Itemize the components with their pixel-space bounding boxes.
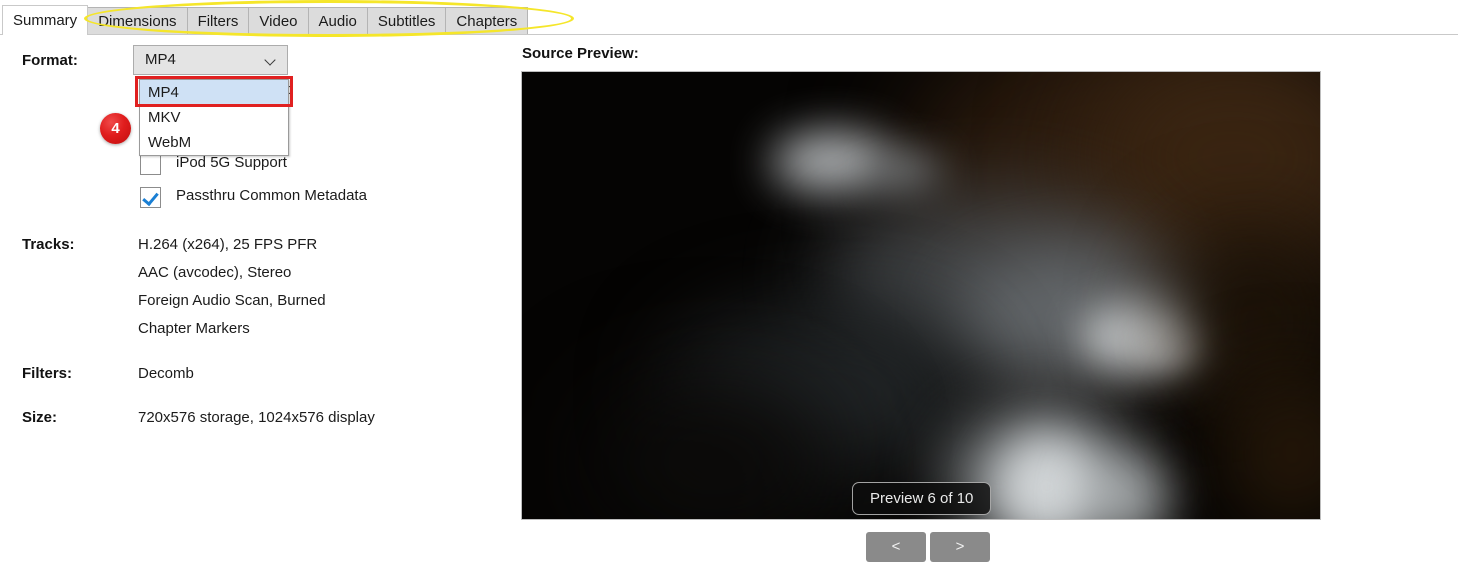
tab-summary-label: Summary xyxy=(13,12,78,29)
tab-subtitles-label: Subtitles xyxy=(377,13,436,30)
format-option-mkv-label: MKV xyxy=(148,109,181,126)
tab-chapters-label: Chapters xyxy=(456,13,518,30)
chevron-down-icon xyxy=(266,55,277,66)
tab-chapters[interactable]: Chapters xyxy=(445,7,529,35)
ipod-5g-support-checkbox[interactable] xyxy=(140,154,161,175)
format-option-mp4[interactable]: MP4 xyxy=(140,80,288,105)
tab-strip: Summary Dimensions Filters Video Audio S… xyxy=(0,0,1458,36)
ipod-5g-support-label: iPod 5G Support xyxy=(176,154,287,171)
size-label: Size: xyxy=(22,409,58,426)
passthru-common-metadata-label: Passthru Common Metadata xyxy=(176,187,367,204)
summary-settings-panel: Format: MP4 d MP4 MKV WebM 4 iPod 5G Sup… xyxy=(0,35,500,574)
tab-audio-label: Audio xyxy=(318,13,357,30)
next-preview-button[interactable]: > xyxy=(930,532,990,562)
tab-dimensions[interactable]: Dimensions xyxy=(87,7,188,35)
format-select-options[interactable]: MP4 MKV WebM xyxy=(139,79,289,156)
source-preview-image: Preview 6 of 10 xyxy=(521,71,1321,520)
source-preview-panel: Source Preview: Preview 6 of 10 < > xyxy=(500,35,1458,574)
tab-video[interactable]: Video xyxy=(248,7,309,35)
preview-navigation: < > xyxy=(866,532,990,562)
size-value: 720x576 storage, 1024x576 display xyxy=(138,409,375,426)
tracks-label: Tracks: xyxy=(22,236,75,253)
tab-dimensions-label: Dimensions xyxy=(98,13,177,30)
format-select[interactable]: MP4 xyxy=(133,45,288,75)
passthru-common-metadata-checkbox[interactable] xyxy=(140,187,161,208)
step-number-badge: 4 xyxy=(100,113,131,144)
tracks-value-2: AAC (avcodec), Stereo xyxy=(138,264,292,281)
tab-list: Summary Dimensions Filters Video Audio S… xyxy=(2,0,529,36)
format-option-webm[interactable]: WebM xyxy=(140,130,288,155)
tab-filters-label: Filters xyxy=(197,13,239,30)
preview-counter-badge: Preview 6 of 10 xyxy=(852,482,992,515)
format-option-mp4-label: MP4 xyxy=(148,84,179,101)
format-option-webm-label: WebM xyxy=(148,134,192,151)
filters-label: Filters: xyxy=(22,365,73,382)
tracks-value-3: Foreign Audio Scan, Burned xyxy=(138,292,326,309)
format-label: Format: xyxy=(22,52,78,69)
tab-video-label: Video xyxy=(259,13,298,30)
format-select-value: MP4 xyxy=(145,51,176,68)
source-preview-title: Source Preview: xyxy=(522,45,639,62)
tracks-value-1: H.264 (x264), 25 FPS PFR xyxy=(138,236,318,253)
filters-value: Decomb xyxy=(138,365,194,382)
format-option-mkv[interactable]: MKV xyxy=(140,105,288,130)
tab-audio[interactable]: Audio xyxy=(307,7,368,35)
tab-subtitles[interactable]: Subtitles xyxy=(366,7,447,35)
tab-filters[interactable]: Filters xyxy=(186,7,250,35)
tracks-value-4: Chapter Markers xyxy=(138,320,250,337)
tab-summary[interactable]: Summary xyxy=(2,5,89,36)
previous-preview-button[interactable]: < xyxy=(866,532,926,562)
